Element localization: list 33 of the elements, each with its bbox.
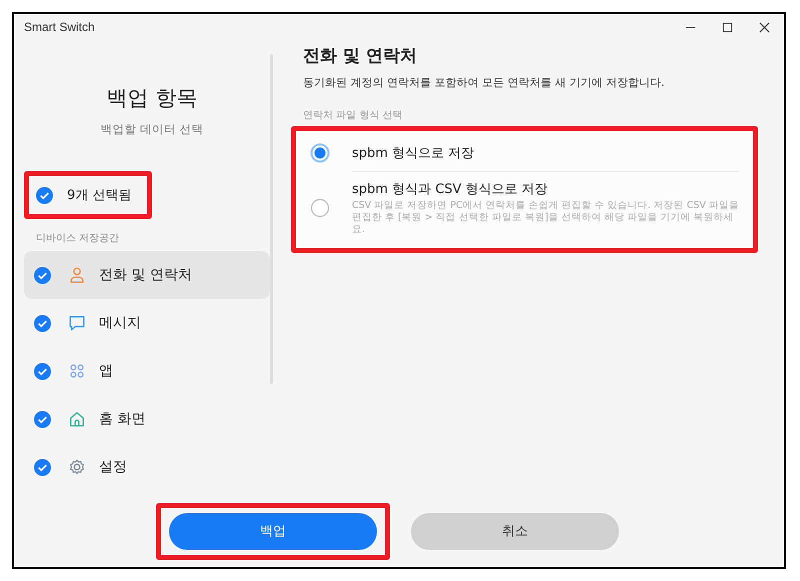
radio-option[interactable]: spbm 형식으로 저장 <box>296 135 753 171</box>
checkbox-icon[interactable] <box>34 362 51 380</box>
checkbox-icon[interactable] <box>34 314 51 332</box>
selected-count[interactable]: 9개 선택됨 <box>24 171 152 219</box>
checkbox-icon[interactable] <box>34 266 51 284</box>
checkbox-icon[interactable] <box>34 458 51 476</box>
sidebar-item[interactable]: 설정 <box>24 443 270 491</box>
close-icon[interactable] <box>759 22 770 32</box>
window-title: Smart Switch <box>24 20 95 34</box>
check-icon <box>36 186 53 204</box>
panel-subtitle: 백업할 데이터 선택 <box>99 122 205 137</box>
sidebar-item[interactable]: 홈 화면 <box>24 395 270 443</box>
checkbox-icon[interactable] <box>34 410 51 428</box>
section-title: 전화 및 연락처 <box>303 45 418 67</box>
gear-icon <box>68 458 86 476</box>
person-icon <box>68 266 86 284</box>
grid-icon <box>68 362 86 380</box>
radio-option[interactable]: spbm 형식과 CSV 형식으로 저장 CSV 파일로 저장하면 PC에서 연락처를 손쉽게 편집할 수 있습니다. 저장된 CSV 파일을 편집한 후 [복원 > 직접 선택한 파일로 복원]을 선택하여 해당 파일을 기기에 복원하세요. <box>296 172 753 244</box>
radio-button[interactable] <box>310 198 330 218</box>
cancel-button[interactable]: 취소 <box>411 512 619 550</box>
sidebar-item[interactable]: 앱 <box>24 347 270 395</box>
option-description: CSV 파일로 저장하면 PC에서 연락처를 손쉽게 편집할 수 있습니다. 저장된 CSV 파일을 편집한 후 [복원 > 직접 선택한 파일로 복원]을 선택하여 해당 파일을 기기에 복원하세요. <box>352 200 739 236</box>
sidebar-item[interactable]: 메시지 <box>24 299 270 347</box>
radio-button[interactable] <box>310 143 330 163</box>
maximize-icon[interactable] <box>722 22 733 32</box>
panel-title: 백업 항목 <box>106 85 198 112</box>
section-description: 동기화된 계정의 연락처를 포함하여 모든 연락처를 새 기기에 저장합니다. <box>303 75 666 90</box>
sidebar-item[interactable]: 전화 및 연락처 <box>24 251 270 299</box>
section-label: 디바이스 저장공간 <box>36 232 120 245</box>
group-label: 연락처 파일 형식 선택 <box>303 109 404 122</box>
backup-button[interactable]: 백업 <box>169 512 377 550</box>
house-icon <box>68 410 86 428</box>
chat-bubble-icon <box>68 314 86 332</box>
